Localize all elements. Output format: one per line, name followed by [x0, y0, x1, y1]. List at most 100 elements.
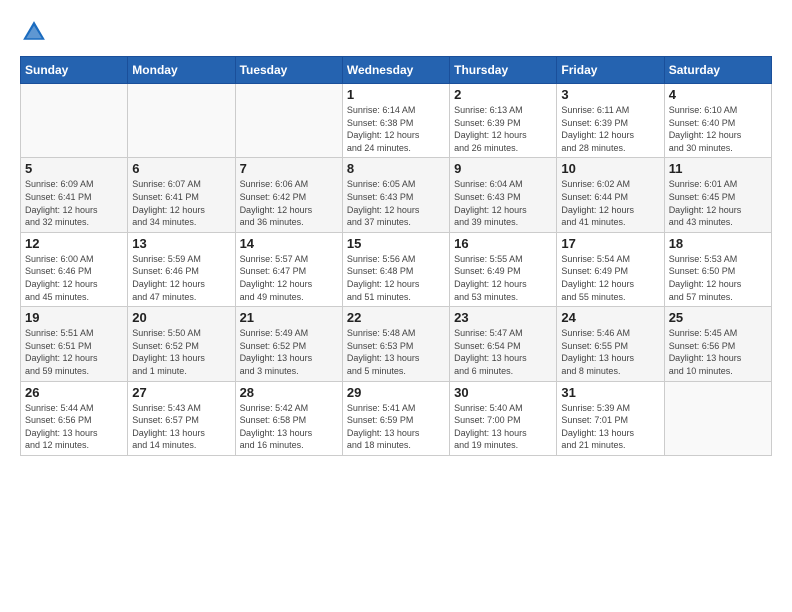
day-info: Sunrise: 5:48 AM Sunset: 6:53 PM Dayligh… — [347, 327, 445, 377]
calendar-cell: 20 Sunrise: 5:50 AM Sunset: 6:52 PM Dayli… — [128, 307, 235, 381]
calendar-cell: 18 Sunrise: 5:53 AM Sunset: 6:50 PM Dayli… — [664, 232, 771, 306]
day-number: 28 — [240, 385, 338, 400]
day-info: Sunrise: 5:51 AM Sunset: 6:51 PM Dayligh… — [25, 327, 123, 377]
day-number: 16 — [454, 236, 552, 251]
day-info: Sunrise: 5:50 AM Sunset: 6:52 PM Dayligh… — [132, 327, 230, 377]
day-info: Sunrise: 6:01 AM Sunset: 6:45 PM Dayligh… — [669, 178, 767, 228]
day-number: 12 — [25, 236, 123, 251]
calendar-header-row: SundayMondayTuesdayWednesdayThursdayFrid… — [21, 57, 772, 84]
calendar-cell: 22Sunrise: 5:48 AM Sunset: 6:53 PM Dayli… — [342, 307, 449, 381]
day-number: 21 — [240, 310, 338, 325]
day-info: Sunrise: 5:45 AM Sunset: 6:56 PM Dayligh… — [669, 327, 767, 377]
calendar-cell: 17 Sunrise: 5:54 AM Sunset: 6:49 PM Dayli… — [557, 232, 664, 306]
day-number: 5 — [25, 161, 123, 176]
day-info: Sunrise: 5:59 AM Sunset: 6:46 PM Dayligh… — [132, 253, 230, 303]
day-info: Sunrise: 6:02 AM Sunset: 6:44 PM Dayligh… — [561, 178, 659, 228]
day-number: 24 — [561, 310, 659, 325]
calendar-cell — [664, 381, 771, 455]
calendar-cell: 5 Sunrise: 6:09 AM Sunset: 6:41 PM Daylig… — [21, 158, 128, 232]
calendar-cell: 12 Sunrise: 6:00 AM Sunset: 6:46 PM Dayli… — [21, 232, 128, 306]
calendar-cell — [235, 84, 342, 158]
day-header-saturday: Saturday — [664, 57, 771, 84]
day-info: Sunrise: 6:00 AM Sunset: 6:46 PM Dayligh… — [25, 253, 123, 303]
day-info: Sunrise: 5:44 AM Sunset: 6:56 PM Dayligh… — [25, 402, 123, 452]
calendar-cell: 13 Sunrise: 5:59 AM Sunset: 6:46 PM Dayli… — [128, 232, 235, 306]
day-number: 8 — [347, 161, 445, 176]
day-number: 17 — [561, 236, 659, 251]
day-info: Sunrise: 5:54 AM Sunset: 6:49 PM Dayligh… — [561, 253, 659, 303]
day-info: Sunrise: 6:11 AM Sunset: 6:39 PM Dayligh… — [561, 104, 659, 154]
day-number: 18 — [669, 236, 767, 251]
calendar-cell: 11 Sunrise: 6:01 AM Sunset: 6:45 PM Dayli… — [664, 158, 771, 232]
calendar-cell: 27Sunrise: 5:43 AM Sunset: 6:57 PM Dayli… — [128, 381, 235, 455]
day-number: 1 — [347, 87, 445, 102]
calendar-cell: 25 Sunrise: 5:45 AM Sunset: 6:56 PM Dayli… — [664, 307, 771, 381]
day-info: Sunrise: 5:41 AM Sunset: 6:59 PM Dayligh… — [347, 402, 445, 452]
calendar-cell: 24 Sunrise: 5:46 AM Sunset: 6:55 PM Dayli… — [557, 307, 664, 381]
calendar-cell: 21 Sunrise: 5:49 AM Sunset: 6:52 PM Dayli… — [235, 307, 342, 381]
calendar-cell: 28Sunrise: 5:42 AM Sunset: 6:58 PM Dayli… — [235, 381, 342, 455]
day-header-monday: Monday — [128, 57, 235, 84]
day-number: 10 — [561, 161, 659, 176]
day-info: Sunrise: 6:10 AM Sunset: 6:40 PM Dayligh… — [669, 104, 767, 154]
day-info: Sunrise: 6:06 AM Sunset: 6:42 PM Dayligh… — [240, 178, 338, 228]
calendar-cell — [128, 84, 235, 158]
day-header-wednesday: Wednesday — [342, 57, 449, 84]
calendar-cell: 30 Sunrise: 5:40 AM Sunset: 7:00 PM Dayli… — [450, 381, 557, 455]
day-number: 2 — [454, 87, 552, 102]
day-number: 13 — [132, 236, 230, 251]
day-info: Sunrise: 5:56 AM Sunset: 6:48 PM Dayligh… — [347, 253, 445, 303]
day-header-tuesday: Tuesday — [235, 57, 342, 84]
day-number: 23 — [454, 310, 552, 325]
calendar-week-2: 5 Sunrise: 6:09 AM Sunset: 6:41 PM Daylig… — [21, 158, 772, 232]
day-number: 4 — [669, 87, 767, 102]
day-info: Sunrise: 5:46 AM Sunset: 6:55 PM Dayligh… — [561, 327, 659, 377]
day-number: 7 — [240, 161, 338, 176]
day-number: 11 — [669, 161, 767, 176]
calendar-cell: 16 Sunrise: 5:55 AM Sunset: 6:49 PM Dayli… — [450, 232, 557, 306]
day-info: Sunrise: 5:53 AM Sunset: 6:50 PM Dayligh… — [669, 253, 767, 303]
day-info: Sunrise: 5:40 AM Sunset: 7:00 PM Dayligh… — [454, 402, 552, 452]
calendar-cell: 7 Sunrise: 6:06 AM Sunset: 6:42 PM Daylig… — [235, 158, 342, 232]
calendar-cell — [21, 84, 128, 158]
day-number: 15 — [347, 236, 445, 251]
calendar-cell: 15 Sunrise: 5:56 AM Sunset: 6:48 PM Dayli… — [342, 232, 449, 306]
day-number: 20 — [132, 310, 230, 325]
calendar-cell: 14Sunrise: 5:57 AM Sunset: 6:47 PM Dayli… — [235, 232, 342, 306]
day-info: Sunrise: 5:55 AM Sunset: 6:49 PM Dayligh… — [454, 253, 552, 303]
day-info: Sunrise: 5:39 AM Sunset: 7:01 PM Dayligh… — [561, 402, 659, 452]
page: SundayMondayTuesdayWednesdayThursdayFrid… — [0, 0, 792, 612]
day-info: Sunrise: 6:13 AM Sunset: 6:39 PM Dayligh… — [454, 104, 552, 154]
calendar-cell: 23 Sunrise: 5:47 AM Sunset: 6:54 PM Dayli… — [450, 307, 557, 381]
day-info: Sunrise: 6:07 AM Sunset: 6:41 PM Dayligh… — [132, 178, 230, 228]
day-number: 26 — [25, 385, 123, 400]
day-info: Sunrise: 5:47 AM Sunset: 6:54 PM Dayligh… — [454, 327, 552, 377]
calendar-cell: 2 Sunrise: 6:13 AM Sunset: 6:39 PM Daylig… — [450, 84, 557, 158]
day-number: 25 — [669, 310, 767, 325]
day-info: Sunrise: 5:49 AM Sunset: 6:52 PM Dayligh… — [240, 327, 338, 377]
day-info: Sunrise: 6:05 AM Sunset: 6:43 PM Dayligh… — [347, 178, 445, 228]
logo-icon — [20, 18, 48, 46]
day-number: 19 — [25, 310, 123, 325]
calendar-week-5: 26 Sunrise: 5:44 AM Sunset: 6:56 PM Dayli… — [21, 381, 772, 455]
calendar-cell: 31Sunrise: 5:39 AM Sunset: 7:01 PM Dayli… — [557, 381, 664, 455]
calendar-cell: 26 Sunrise: 5:44 AM Sunset: 6:56 PM Dayli… — [21, 381, 128, 455]
calendar-week-3: 12 Sunrise: 6:00 AM Sunset: 6:46 PM Dayli… — [21, 232, 772, 306]
day-number: 30 — [454, 385, 552, 400]
day-header-thursday: Thursday — [450, 57, 557, 84]
calendar-cell: 3Sunrise: 6:11 AM Sunset: 6:39 PM Daylig… — [557, 84, 664, 158]
calendar-cell: 8 Sunrise: 6:05 AM Sunset: 6:43 PM Daylig… — [342, 158, 449, 232]
day-info: Sunrise: 5:57 AM Sunset: 6:47 PM Dayligh… — [240, 253, 338, 303]
day-info: Sunrise: 6:04 AM Sunset: 6:43 PM Dayligh… — [454, 178, 552, 228]
calendar-cell: 19 Sunrise: 5:51 AM Sunset: 6:51 PM Dayli… — [21, 307, 128, 381]
day-number: 9 — [454, 161, 552, 176]
calendar-cell: 29Sunrise: 5:41 AM Sunset: 6:59 PM Dayli… — [342, 381, 449, 455]
day-header-sunday: Sunday — [21, 57, 128, 84]
day-info: Sunrise: 6:09 AM Sunset: 6:41 PM Dayligh… — [25, 178, 123, 228]
calendar-table: SundayMondayTuesdayWednesdayThursdayFrid… — [20, 56, 772, 456]
calendar-cell: 6Sunrise: 6:07 AM Sunset: 6:41 PM Daylig… — [128, 158, 235, 232]
day-header-friday: Friday — [557, 57, 664, 84]
calendar-week-1: 1Sunrise: 6:14 AM Sunset: 6:38 PM Daylig… — [21, 84, 772, 158]
calendar-cell: 4 Sunrise: 6:10 AM Sunset: 6:40 PM Daylig… — [664, 84, 771, 158]
calendar-cell: 9 Sunrise: 6:04 AM Sunset: 6:43 PM Daylig… — [450, 158, 557, 232]
